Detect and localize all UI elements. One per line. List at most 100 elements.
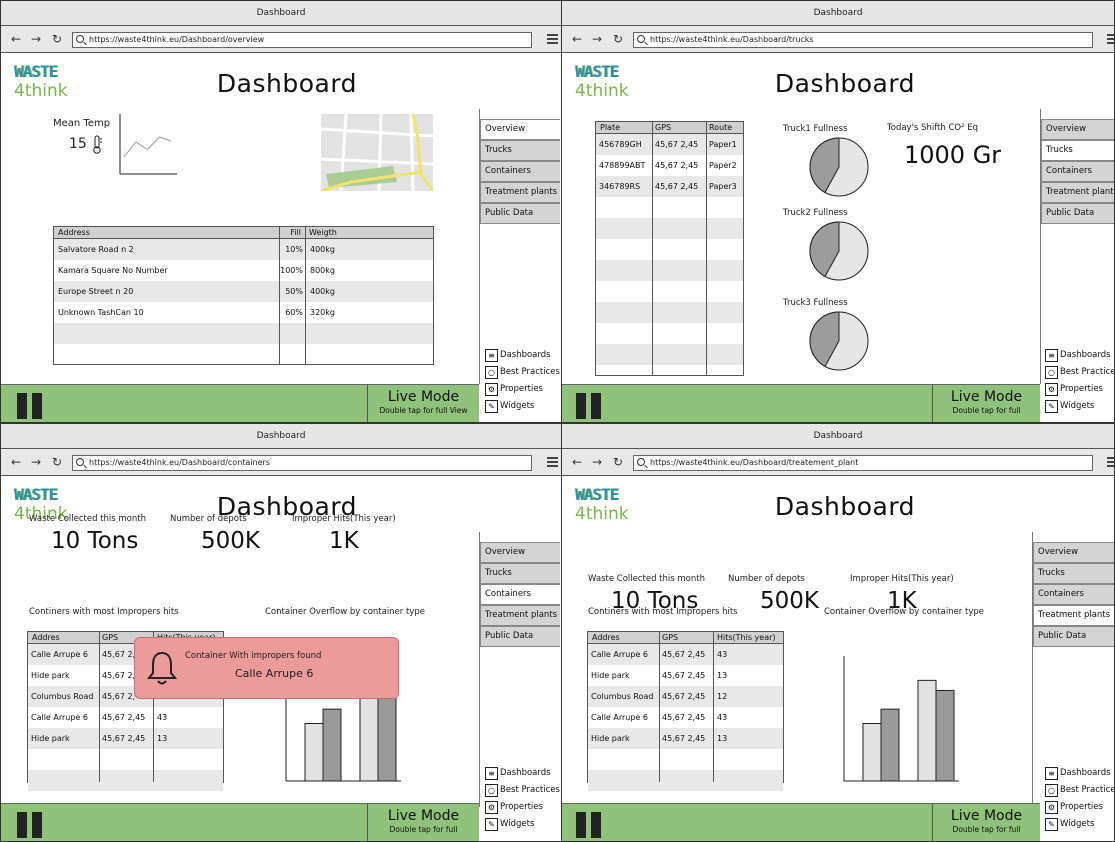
live-mode-label: Live Mode [387,389,460,405]
tab-overview[interactable]: Overview [1033,542,1114,563]
menu-best-practices[interactable]: ○ Best Practices [1043,783,1114,800]
tab-treatment-plants[interactable]: Treatment plants [480,605,560,626]
menu-properties[interactable]: ⚙ Properties [1043,800,1114,817]
table-row[interactable]: Hide park 45,67 2,45 13 [588,728,783,749]
window-title: Dashboard [1,1,561,26]
tab-public-data[interactable]: Public Data [1033,626,1114,647]
pause-icon[interactable] [17,393,27,419]
tab-containers[interactable]: Containers [1041,161,1114,182]
menu-icon[interactable] [547,457,558,468]
tab-containers[interactable]: Containers [480,161,560,182]
table-cell: Hide park [31,734,70,743]
url-input[interactable]: https://waste4think.eu/Dashboard/contain… [72,455,532,471]
table-row[interactable]: Salvatore Road n 2 10% 400kg [54,239,433,260]
live-mode-button[interactable]: Live Mode Double tap for full [932,385,1040,422]
tab-overview[interactable]: Overview [480,542,560,563]
menu-widgets[interactable]: ✎ Widgets [483,399,561,416]
table-cell: 13 [157,734,168,743]
tab-treatment-plants[interactable]: Treatment plants [1033,605,1114,626]
live-mode-hint: Double tap for full [952,406,1021,415]
live-mode-button[interactable]: Live Mode Double tap for full View [367,385,479,422]
table-row[interactable]: Kamara Square No Number 100% 800kg [54,260,433,281]
menu-widgets[interactable]: ✎ Widgets [1043,399,1114,416]
menu-icon[interactable] [1107,457,1114,468]
menu-properties[interactable]: ⚙ Properties [483,800,561,817]
tab-overview[interactable]: Overview [480,119,560,140]
reload-icon[interactable]: ↻ [613,455,623,469]
tab-trucks[interactable]: Trucks [1033,563,1114,584]
live-mode-button[interactable]: Live Mode Double tap for full [932,804,1040,841]
url-input[interactable]: https://waste4think.eu/Dashboard/treatem… [633,455,1093,471]
tab-public-data[interactable]: Public Data [480,626,560,647]
menu-widgets[interactable]: ✎ Widgets [483,817,561,834]
menu-dashboards[interactable]: ≡ Dashboards [1043,766,1114,783]
tab-treatment-plants[interactable]: Treatment plants [1041,182,1114,203]
back-arrow-icon[interactable]: ← [572,32,582,46]
table-row[interactable]: Calle Arrupe 6 45,67 2,45 43 [588,707,783,728]
menu-properties[interactable]: ⚙ Properties [1043,382,1114,399]
forward-arrow-icon[interactable]: → [592,32,602,46]
map-widget[interactable] [321,114,433,191]
back-arrow-icon[interactable]: ← [572,455,582,469]
window-title: Dashboard [562,1,1114,26]
pause-icon[interactable] [17,812,27,838]
logo-text-bottom: 4think [575,504,629,524]
url-text: https://waste4think.eu/Dashboard/overvie… [89,35,265,44]
tab-containers[interactable]: Containers [1033,584,1114,605]
menu-icon[interactable] [1107,34,1114,45]
menu-best-practices[interactable]: ○ Best Practices [483,365,561,382]
menu-widgets[interactable]: ✎ Widgets [1043,817,1114,834]
tab-containers[interactable]: Containers [480,584,560,605]
table-row[interactable]: Hide park 45,67 2,45 13 [588,665,783,686]
menu-dashboards[interactable]: ≡ Dashboards [483,348,561,365]
pause-icon[interactable] [576,812,586,838]
live-mode-bar: Live Mode Double tap for full [562,384,1040,422]
table-row[interactable]: 346789RS 45,67 2,45 Paper3 [596,176,743,197]
menu-best-practices[interactable]: ○ Best Practices [1043,365,1114,382]
forward-arrow-icon[interactable]: → [31,32,41,46]
table-row[interactable]: Calle Arrupe 6 45,67 2,45 43 [588,644,783,665]
tab-public-data[interactable]: Public Data [1041,203,1114,224]
pause-icon-bar [591,393,601,419]
live-mode-hint: Double tap for full [389,825,458,834]
table-row[interactable]: Europe Street n 20 50% 400kg [54,281,433,302]
table-row[interactable]: Unknown TashCan 10 60% 320kg [54,302,433,323]
reload-icon[interactable]: ↻ [613,32,623,46]
table-row[interactable]: Calle Arrupe 6 45,67 2,45 43 [28,707,223,728]
table-row[interactable]: 456789GH 45,67 2,45 Paper1 [596,134,743,155]
tab-trucks[interactable]: Trucks [480,563,560,584]
live-mode-button[interactable]: Live Mode Double tap for full [367,804,479,841]
table-row[interactable]: 478899ABT 45,67 2,45 Paper2 [596,155,743,176]
tab-overview[interactable]: Overview [1041,119,1114,140]
gear-icon: ⚙ [485,383,498,396]
improper-container-alert[interactable]: Container With impropers found Calle Arr… [134,637,399,699]
shift-co2-value: 1000 Gr [904,141,1002,169]
menu-dashboards[interactable]: ≡ Dashboards [483,766,561,783]
section-tabs: Overview Trucks Containers Treatment pla… [1041,119,1114,224]
alert-title: Container With impropers found [185,651,322,661]
reload-icon[interactable]: ↻ [52,32,62,46]
tab-trucks[interactable]: Trucks [480,140,560,161]
menu-icon[interactable] [547,34,558,45]
pause-icon[interactable] [576,393,586,419]
url-input[interactable]: https://waste4think.eu/Dashboard/trucks [633,32,1093,48]
gear-icon: ⚙ [1045,383,1058,396]
tab-treatment-plants[interactable]: Treatment plants [480,182,560,203]
menu-properties[interactable]: ⚙ Properties [483,382,561,399]
back-arrow-icon[interactable]: ← [11,32,21,46]
table-row[interactable]: Hide park 45,67 2,45 13 [28,728,223,749]
back-arrow-icon[interactable]: ← [11,455,21,469]
tab-public-data[interactable]: Public Data [480,203,560,224]
table-cell: 45,67 2,45 [662,650,706,659]
url-input[interactable]: https://waste4think.eu/Dashboard/overvie… [72,32,532,48]
menu-dashboards[interactable]: ≡ Dashboards [1043,348,1114,365]
reload-icon[interactable]: ↻ [52,455,62,469]
forward-arrow-icon[interactable]: → [592,455,602,469]
tab-trucks[interactable]: Trucks [1041,140,1114,161]
forward-arrow-icon[interactable]: → [31,455,41,469]
table-row[interactable]: Columbus Road 45,67 2,45 12 [588,686,783,707]
table-row [596,218,743,239]
side-menu: ≡ Dashboards ○ Best Practices ⚙ Properties … [1043,766,1114,834]
menu-best-practices[interactable]: ○ Best Practices [483,783,561,800]
table-row [588,770,783,791]
